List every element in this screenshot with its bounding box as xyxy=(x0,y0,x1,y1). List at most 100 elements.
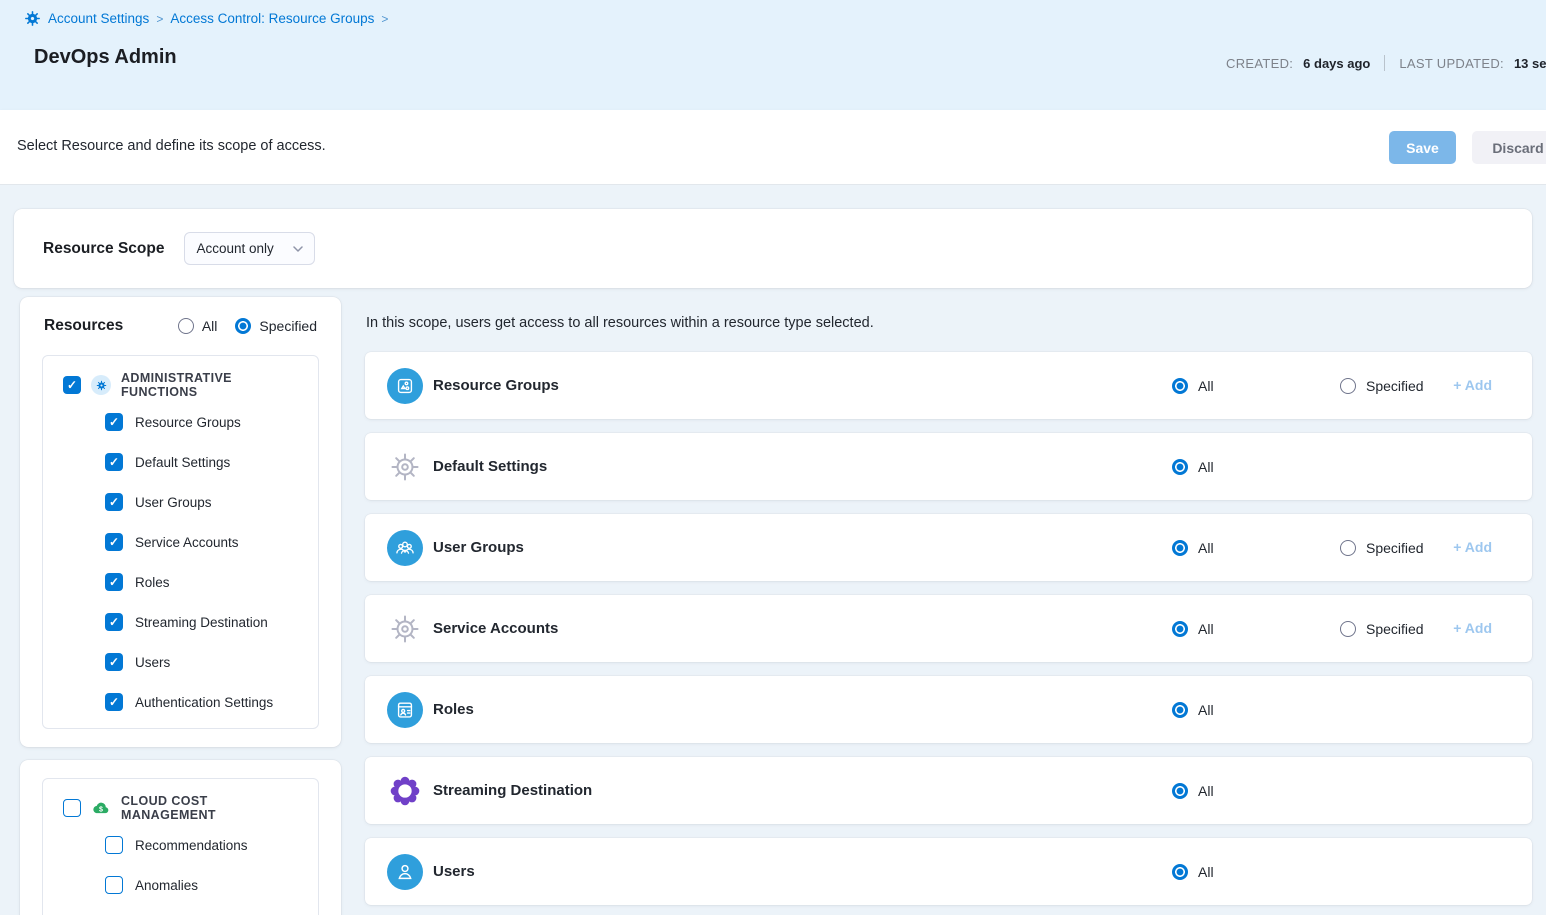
row-title: Roles xyxy=(433,701,1172,718)
breadcrumb-account-settings[interactable]: Account Settings xyxy=(48,11,149,26)
page-header: Account Settings > Access Control: Resou… xyxy=(0,0,1546,110)
item-label: Default Settings xyxy=(135,455,230,470)
check-icon: ✓ xyxy=(109,656,119,668)
user-groups-icon xyxy=(387,530,423,566)
breadcrumb-separator: > xyxy=(156,12,163,26)
users-icon xyxy=(387,854,423,890)
row-title: User Groups xyxy=(433,539,1172,556)
resource-scope-card: Resource Scope Account only xyxy=(14,209,1532,288)
group-administrative-functions: ✓ ADMINISTRATIVE FUNCTIONS ✓ Resource Gr… xyxy=(42,355,319,729)
radio-all[interactable] xyxy=(1172,621,1188,637)
radio-specified-label: Specified xyxy=(1366,540,1424,556)
resource-scope-selected: Account only xyxy=(196,241,273,256)
sidebar-item-default-settings[interactable]: ✓ Default Settings xyxy=(43,442,318,482)
radio-all[interactable] xyxy=(1172,459,1188,475)
sidebar-item-authentication-settings[interactable]: ✓ Authentication Settings xyxy=(43,682,318,722)
row-title: Default Settings xyxy=(433,458,1172,475)
resources-radio-all[interactable]: All xyxy=(178,318,218,334)
checkbox[interactable]: ✓ xyxy=(105,533,123,551)
add-button[interactable]: + Add xyxy=(1453,539,1492,555)
row-title: Users xyxy=(433,863,1172,880)
checkbox[interactable] xyxy=(105,876,123,894)
sidebar-item-folders[interactable]: Folders xyxy=(43,905,318,915)
sidebar-item-anomalies[interactable]: Anomalies xyxy=(43,865,318,905)
sidebar-item-roles[interactable]: ✓ Roles xyxy=(43,562,318,602)
resources-card: Resources All Specified ✓ ADMINISTRATIV xyxy=(20,297,341,747)
sidebar-item-user-groups[interactable]: ✓ User Groups xyxy=(43,482,318,522)
scope-main-area: In this scope, users get access to all r… xyxy=(365,297,1546,915)
content-area: Resource Scope Account only Resources Al… xyxy=(0,185,1546,915)
scope-description: In this scope, users get access to all r… xyxy=(366,315,1532,331)
resource-scope-label: Resource Scope xyxy=(43,240,164,258)
resource-row-streaming-destination: Streaming Destination All xyxy=(365,757,1532,824)
row-title: Service Accounts xyxy=(433,620,1172,637)
checkbox[interactable]: ✓ xyxy=(105,453,123,471)
sidebar-item-users[interactable]: ✓ Users xyxy=(43,642,318,682)
row-title: Resource Groups xyxy=(433,377,1172,394)
resource-row-roles: Roles All xyxy=(365,676,1532,743)
checkbox[interactable]: ✓ xyxy=(105,693,123,711)
row-title: Streaming Destination xyxy=(433,782,1172,799)
radio-icon[interactable] xyxy=(235,318,251,334)
radio-all-label: All xyxy=(1198,459,1214,475)
item-label: User Groups xyxy=(135,495,212,510)
created-label: CREATED: xyxy=(1226,56,1293,71)
resource-row-users: Users All xyxy=(365,838,1532,905)
scope-instruction-text: Select Resource and define its scope of … xyxy=(17,138,326,154)
resource-row-user-groups: User Groups All Specified + Add xyxy=(365,514,1532,581)
radio-all[interactable] xyxy=(1172,864,1188,880)
radio-specified[interactable] xyxy=(1340,540,1356,556)
resource-scope-dropdown[interactable]: Account only xyxy=(184,232,315,265)
resource-groups-icon xyxy=(387,368,423,404)
checkbox[interactable]: ✓ xyxy=(105,653,123,671)
radio-all[interactable] xyxy=(1172,783,1188,799)
radio-all-label: All xyxy=(1198,378,1214,394)
checkbox[interactable]: ✓ xyxy=(105,493,123,511)
check-icon: ✓ xyxy=(109,416,119,428)
check-icon: ✓ xyxy=(109,536,119,548)
resources-radio-specified[interactable]: Specified xyxy=(235,318,317,334)
radio-specified[interactable] xyxy=(1340,621,1356,637)
group-title: ADMINISTRATIVE FUNCTIONS xyxy=(121,371,306,399)
group-checkbox[interactable] xyxy=(63,799,81,817)
radio-specified[interactable] xyxy=(1340,378,1356,394)
radio-icon[interactable] xyxy=(178,318,194,334)
checkbox[interactable]: ✓ xyxy=(105,573,123,591)
radio-all[interactable] xyxy=(1172,702,1188,718)
settings-gear-icon xyxy=(24,10,41,27)
breadcrumb: Account Settings > Access Control: Resou… xyxy=(24,10,388,27)
item-label: Users xyxy=(135,655,170,670)
check-icon: ✓ xyxy=(109,576,119,588)
breadcrumb-separator: > xyxy=(381,12,388,26)
sidebar-item-service-accounts[interactable]: ✓ Service Accounts xyxy=(43,522,318,562)
sidebar-item-resource-groups[interactable]: ✓ Resource Groups xyxy=(43,402,318,442)
radio-all[interactable] xyxy=(1172,378,1188,394)
sidebar-item-streaming-destination[interactable]: ✓ Streaming Destination xyxy=(43,602,318,642)
checkbox[interactable]: ✓ xyxy=(105,413,123,431)
add-button[interactable]: + Add xyxy=(1453,620,1492,636)
check-icon: ✓ xyxy=(109,456,119,468)
radio-specified-label: Specified xyxy=(1366,378,1424,394)
check-icon: ✓ xyxy=(109,496,119,508)
radio-label: Specified xyxy=(259,318,317,334)
cloud-dollar-icon xyxy=(91,798,111,818)
radio-all[interactable] xyxy=(1172,540,1188,556)
radio-all-label: All xyxy=(1198,540,1214,556)
radio-all-label: All xyxy=(1198,621,1214,637)
checkbox[interactable] xyxy=(105,836,123,854)
resource-row-resource-groups: Resource Groups All Specified + Add xyxy=(365,352,1532,419)
item-label: Authentication Settings xyxy=(135,695,273,710)
sidebar-item-recommendations[interactable]: Recommendations xyxy=(43,825,318,865)
resource-row-default-settings: Default Settings All xyxy=(365,433,1532,500)
item-label: Recommendations xyxy=(135,838,248,853)
item-label: Service Accounts xyxy=(135,535,239,550)
add-button[interactable]: + Add xyxy=(1453,377,1492,393)
checkbox[interactable]: ✓ xyxy=(105,613,123,631)
breadcrumb-access-control[interactable]: Access Control: Resource Groups xyxy=(170,11,374,26)
settings-gear-icon xyxy=(387,449,423,485)
chevron-down-icon xyxy=(293,246,303,252)
save-button[interactable]: Save xyxy=(1389,131,1456,164)
group-checkbox[interactable]: ✓ xyxy=(63,376,81,394)
discard-button[interactable]: Discard xyxy=(1472,131,1546,164)
radio-all-label: All xyxy=(1198,702,1214,718)
